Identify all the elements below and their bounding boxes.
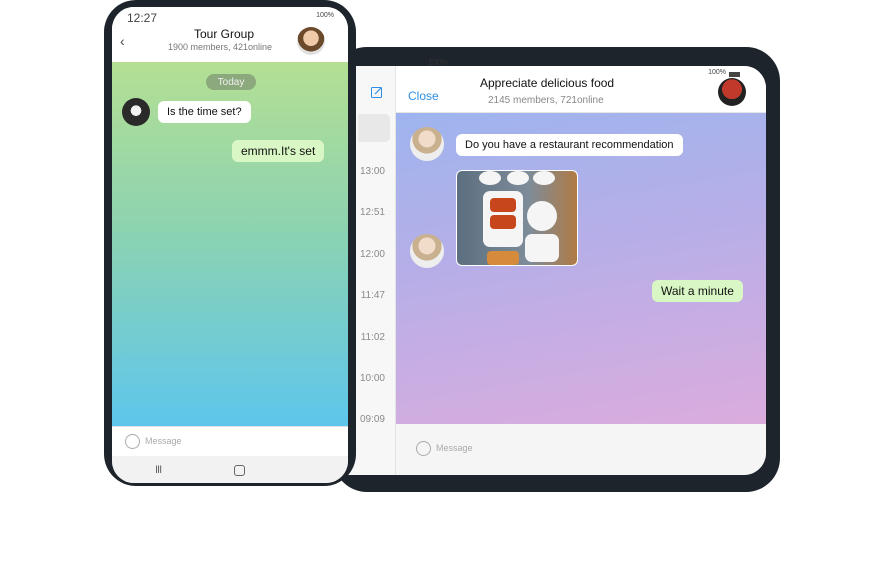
conversation-time: 10:00 [359,373,385,384]
message-bubble-incoming: Do you have a restaurant recommendation [456,134,683,156]
group-avatar[interactable] [718,78,746,106]
conversation-time: 12:51 [359,207,385,218]
group-avatar[interactable] [297,27,325,55]
chat-subtitle: 1900 members, 421online [168,42,273,52]
system-nav-bar: III [112,456,348,483]
avatar[interactable] [410,127,444,161]
phone-screen: 12:27 100% ‹ Tour Group 1900 members, 42… [112,7,348,483]
tablet-chat-panel: Close Appreciate delicious food 2145 mem… [396,66,766,475]
message-bubble-outgoing: emmm.It's set [232,140,325,162]
message-input[interactable]: Message [436,443,473,453]
message-input[interactable]: Message [145,436,182,446]
emoji-icon[interactable] [416,441,431,456]
chat-title: Appreciate delicious food [480,76,615,90]
battery-icon [729,72,740,77]
status-time: 12:27 [127,11,158,25]
phone-battery-text: 100% [316,12,334,19]
chat-header: 12:27 100% ‹ Tour Group 1900 members, 42… [112,7,348,62]
conversation-time: 11:47 [360,290,385,301]
conversation-time: 13:00 [359,166,385,177]
food-photo [457,171,577,265]
compose-icon[interactable] [371,86,383,98]
message-bubble-incoming: Is the time set? [158,101,251,123]
message-input-bar: Message [396,424,766,475]
message-area: Today Is the time set? emmm.It's set [112,62,348,426]
tablet-screen: 13:00 12:51 12:00 11:47 11:02 10:00 09:0… [344,66,766,475]
food-photo-message[interactable] [456,170,578,266]
close-button[interactable]: Close [408,89,439,103]
message-bubble-outgoing: Wait a minute [652,280,743,302]
tablet-battery-text: 100% [708,69,726,76]
chevron-left-icon[interactable]: ‹ [120,33,125,49]
avatar[interactable] [122,98,150,126]
conversation-list-item-selected[interactable] [358,114,390,142]
date-separator: Today [206,74,256,90]
chat-subtitle: 2145 members, 721online [488,95,604,106]
chat-header: Close Appreciate delicious food 2145 mem… [396,66,766,113]
chat-title: Tour Group [194,27,255,41]
emoji-icon[interactable] [125,434,140,449]
home-icon[interactable] [234,465,245,476]
conversation-time: 12:00 [359,249,385,260]
avatar[interactable] [410,234,444,268]
recent-apps-icon[interactable]: III [155,464,162,476]
conversation-time: 09:09 [359,414,385,425]
message-area: Do you have a restaurant recommendation … [396,113,766,424]
conversation-time: 11:02 [360,332,385,343]
message-input-bar: Message [112,426,348,457]
